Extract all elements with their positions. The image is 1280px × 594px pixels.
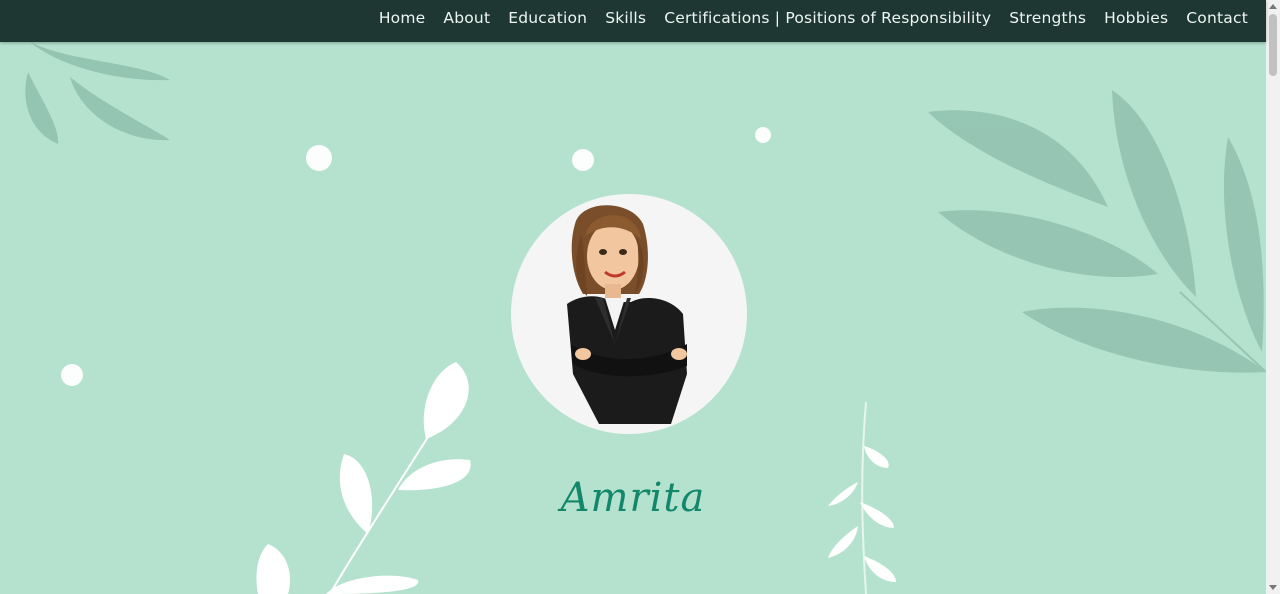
- hero-section: Amrita: [0, 42, 1266, 594]
- scroll-thumb[interactable]: [1269, 14, 1277, 76]
- profile-avatar: [511, 194, 747, 434]
- nav-links: Home About Education Skills Certificatio…: [379, 0, 1248, 36]
- nav-about[interactable]: About: [443, 9, 490, 27]
- nav-contact[interactable]: Contact: [1186, 9, 1248, 27]
- nav-education[interactable]: Education: [508, 9, 587, 27]
- hero-name: Amrita: [560, 475, 706, 521]
- nav-hobbies[interactable]: Hobbies: [1104, 9, 1168, 27]
- nav-certifications[interactable]: Certifications | Positions of Responsibi…: [664, 9, 991, 27]
- businesswoman-avatar-icon: [567, 205, 687, 424]
- leaf-cluster-right-icon: [928, 90, 1266, 373]
- leaf-cluster-top-left-icon: [25, 42, 170, 144]
- page-scrollbar[interactable]: [1266, 0, 1280, 594]
- nav-home[interactable]: Home: [379, 9, 426, 27]
- top-navbar: Home About Education Skills Certificatio…: [0, 0, 1266, 42]
- scroll-down-icon[interactable]: [1269, 585, 1277, 590]
- scroll-up-icon[interactable]: [1269, 4, 1277, 9]
- nav-strengths[interactable]: Strengths: [1009, 9, 1086, 27]
- nav-skills[interactable]: Skills: [605, 9, 646, 27]
